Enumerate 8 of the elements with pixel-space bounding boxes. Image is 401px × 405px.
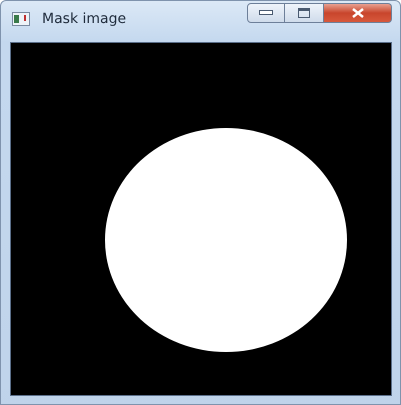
maximize-icon xyxy=(298,8,310,18)
minimize-icon xyxy=(259,10,273,16)
maximize-button[interactable] xyxy=(285,3,324,23)
minimize-button[interactable] xyxy=(247,3,285,23)
window-title: Mask image xyxy=(42,11,126,27)
app-icon xyxy=(12,12,30,26)
close-icon xyxy=(352,8,364,18)
close-button[interactable] xyxy=(324,3,392,23)
